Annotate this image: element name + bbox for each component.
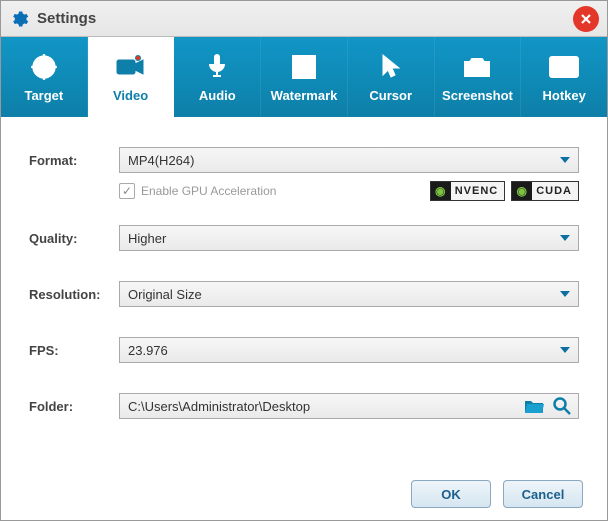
badge-cuda: ◉ CUDA xyxy=(511,181,579,201)
fps-select[interactable]: 23.976 xyxy=(119,337,579,363)
row-quality: Quality: Higher xyxy=(29,225,579,251)
tab-screenshot[interactable]: Screenshot xyxy=(435,37,522,117)
titlebar: Settings xyxy=(1,1,607,37)
tab-target[interactable]: Target xyxy=(1,37,88,117)
window-title: Settings xyxy=(37,10,96,27)
tabbar: Target Video Audio Watermark Cursor Scre… xyxy=(1,37,607,117)
chevron-down-icon xyxy=(560,291,570,297)
screenshot-icon xyxy=(461,52,493,82)
chevron-down-icon xyxy=(560,347,570,353)
open-folder-icon[interactable] xyxy=(524,396,544,416)
watermark-icon xyxy=(288,52,320,82)
settings-content: Format: MP4(H264) Enable GPU Acceleratio… xyxy=(1,117,607,468)
tab-watermark[interactable]: Watermark xyxy=(261,37,348,117)
quality-label: Quality: xyxy=(29,231,119,246)
nvidia-eye-icon: ◉ xyxy=(512,182,532,200)
chevron-down-icon xyxy=(560,157,570,163)
tab-hotkey[interactable]: Hotkey xyxy=(521,37,607,117)
folder-value: C:\Users\Administrator\Desktop xyxy=(128,399,310,414)
badge-nvenc: ◉ NVENC xyxy=(430,181,506,201)
hotkey-icon xyxy=(548,52,580,82)
row-fps: FPS: 23.976 xyxy=(29,337,579,363)
tab-video[interactable]: Video xyxy=(88,37,175,117)
tab-cursor[interactable]: Cursor xyxy=(348,37,435,117)
resolution-select[interactable]: Original Size xyxy=(119,281,579,307)
audio-icon xyxy=(201,52,233,82)
folder-label: Folder: xyxy=(29,399,119,414)
video-icon xyxy=(115,52,147,82)
resolution-value: Original Size xyxy=(128,287,202,302)
quality-select[interactable]: Higher xyxy=(119,225,579,251)
search-icon[interactable] xyxy=(552,396,572,416)
gpu-checkbox[interactable] xyxy=(119,183,135,199)
format-select[interactable]: MP4(H264) xyxy=(119,147,579,173)
footer: OK Cancel xyxy=(1,468,607,520)
folder-field[interactable]: C:\Users\Administrator\Desktop xyxy=(119,393,579,419)
format-value: MP4(H264) xyxy=(128,153,194,168)
quality-value: Higher xyxy=(128,231,166,246)
resolution-label: Resolution: xyxy=(29,287,119,302)
gear-icon xyxy=(9,9,29,29)
close-button[interactable] xyxy=(573,6,599,32)
tab-label: Video xyxy=(113,88,148,103)
tab-audio[interactable]: Audio xyxy=(174,37,261,117)
ok-button[interactable]: OK xyxy=(411,480,491,508)
row-resolution: Resolution: Original Size xyxy=(29,281,579,307)
gpu-label: Enable GPU Acceleration xyxy=(141,184,424,198)
tab-label: Cursor xyxy=(369,88,412,103)
cursor-icon xyxy=(375,52,407,82)
row-gpu: Enable GPU Acceleration ◉ NVENC ◉ CUDA xyxy=(119,181,579,201)
fps-label: FPS: xyxy=(29,343,119,358)
chevron-down-icon xyxy=(560,235,570,241)
target-icon xyxy=(28,52,60,82)
fps-value: 23.976 xyxy=(128,343,168,358)
tab-label: Target xyxy=(24,88,63,103)
tab-label: Watermark xyxy=(271,88,338,103)
format-label: Format: xyxy=(29,153,119,168)
row-folder: Folder: C:\Users\Administrator\Desktop xyxy=(29,393,579,419)
cancel-button[interactable]: Cancel xyxy=(503,480,583,508)
nvidia-eye-icon: ◉ xyxy=(431,182,451,200)
tab-label: Audio xyxy=(199,88,236,103)
tab-label: Screenshot xyxy=(442,88,513,103)
tab-label: Hotkey xyxy=(542,88,585,103)
row-format: Format: MP4(H264) xyxy=(29,147,579,173)
